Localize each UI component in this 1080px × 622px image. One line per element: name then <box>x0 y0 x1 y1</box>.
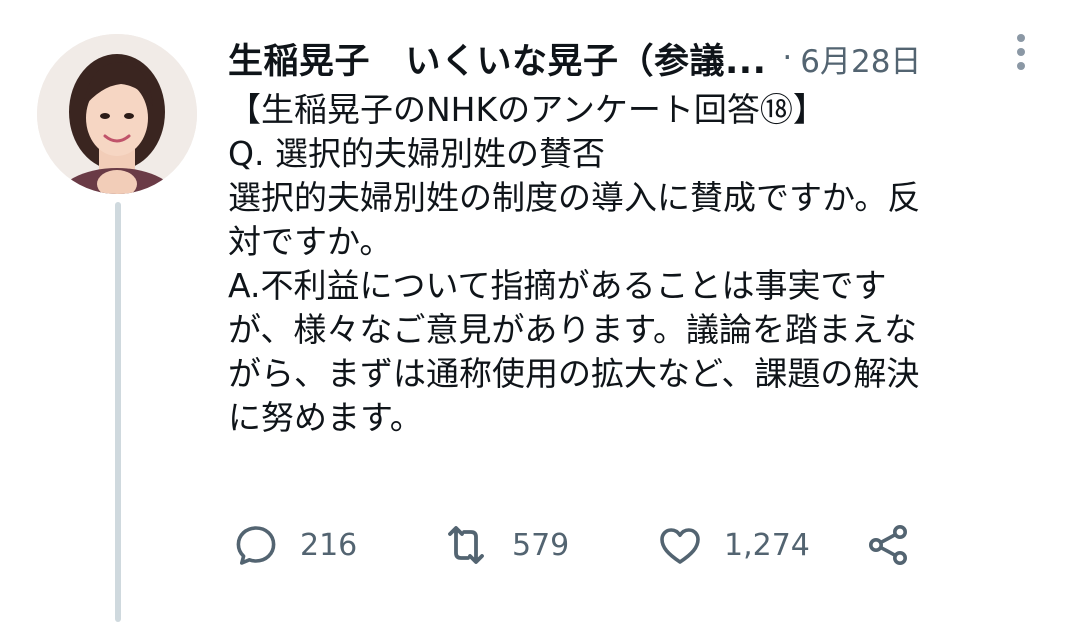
more-vertical-icon-dot <box>1017 62 1025 70</box>
share-button[interactable] <box>864 520 912 570</box>
tweet-text-line: 【生稲晃子のNHKのアンケート回答⑱】 <box>228 90 826 129</box>
like-count: 1,274 <box>724 527 810 563</box>
share-icon <box>869 525 907 565</box>
avatar-image <box>37 34 197 194</box>
tweet-text-line: に努めます。 <box>228 398 423 437</box>
more-vertical-icon-dot <box>1017 48 1025 56</box>
reply-count: 216 <box>300 527 358 563</box>
tweet[interactable]: 生稲晃子 いくいな晃子（参議... · 6月28日 【生稲晃子のNHKのアンケー… <box>0 0 1080 622</box>
tweet-text-line: が、様々なご意見があります。議論を踏まえな <box>228 310 918 349</box>
more-options-button[interactable] <box>1012 34 1030 74</box>
avatar[interactable] <box>37 34 197 194</box>
retweet-button[interactable]: 579 <box>440 520 569 570</box>
tweet-actions: 216 579 1,274 <box>232 520 932 570</box>
tweet-text-line: がら、まずは通称使用の拡大など、課題の解決 <box>228 354 920 393</box>
tweet-text-line: A.不利益について指摘があることは事実です <box>228 266 887 305</box>
display-name[interactable]: 生稲晃子 いくいな晃子（参議... <box>228 33 766 84</box>
heart-icon <box>660 528 700 564</box>
tweet-date[interactable]: 6月28日 <box>800 36 921 81</box>
thread-line <box>115 202 121 622</box>
tweet-text-line: 対ですか。 <box>228 222 393 261</box>
retweet-count: 579 <box>512 527 570 563</box>
tweet-content: 生稲晃子 いくいな晃子（参議... · 6月28日 【生稲晃子のNHKのアンケー… <box>228 30 1028 440</box>
header-separator: · <box>782 40 793 76</box>
reply-icon <box>236 526 276 565</box>
avatar-column <box>37 34 197 194</box>
tweet-header: 生稲晃子 いくいな晃子（参議... · 6月28日 <box>228 30 1028 86</box>
more-vertical-icon <box>1017 34 1025 42</box>
reply-button[interactable]: 216 <box>232 520 357 570</box>
tweet-text-line: 選択的夫婦別姓の制度の導入に賛成ですか。反 <box>228 178 921 217</box>
retweet-icon <box>448 526 484 564</box>
tweet-text: 【生稲晃子のNHKのアンケート回答⑱】 Q. 選択的夫婦別姓の賛否 選択的夫婦別… <box>228 88 1028 440</box>
tweet-text-line: Q. 選択的夫婦別姓の賛否 <box>228 134 605 173</box>
like-button[interactable]: 1,274 <box>656 520 810 570</box>
